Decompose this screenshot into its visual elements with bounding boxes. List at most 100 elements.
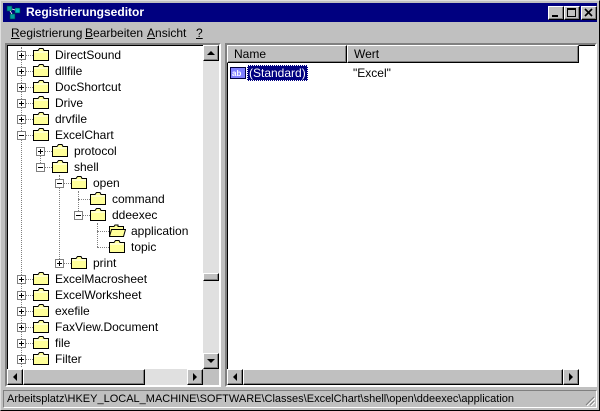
tree-node-label: application — [131, 224, 189, 238]
scroll-left-button[interactable] — [227, 369, 243, 385]
scroll-down-button[interactable] — [203, 353, 219, 369]
tree-node-label: Drive — [55, 96, 84, 110]
scrollbar-corner — [203, 369, 219, 385]
scroll-thumb[interactable] — [203, 273, 219, 281]
folder-open-icon — [109, 224, 126, 237]
minimize-icon — [552, 15, 558, 17]
minimize-button[interactable] — [548, 6, 564, 20]
value-data: "Excel" — [353, 66, 391, 80]
maximize-button[interactable] — [564, 6, 580, 20]
resize-grip-icon[interactable] — [583, 394, 595, 406]
menu-bearbeiten[interactable]: Bearbeiten — [85, 26, 143, 40]
tree-node-label: exefile — [55, 304, 90, 318]
registry-editor-window: Registrierungseditor Registrierung Bearb… — [0, 0, 600, 411]
collapse-icon[interactable] — [74, 211, 83, 220]
collapse-icon[interactable] — [36, 163, 45, 172]
menu-ansicht[interactable]: Ansicht — [147, 26, 186, 40]
scroll-right-button[interactable] — [187, 369, 203, 385]
folder-icon — [33, 352, 49, 365]
expand-icon[interactable] — [17, 355, 26, 364]
arrow-right-icon — [569, 373, 573, 381]
tree-node-label: open — [93, 176, 120, 190]
tree-node-label: ExcelWorksheet — [55, 288, 142, 302]
tree-vertical-scrollbar[interactable] — [203, 45, 219, 369]
column-header-value[interactable]: Wert — [347, 45, 579, 63]
string-value-icon: ab — [230, 67, 246, 79]
folder-icon — [33, 80, 49, 93]
folder-icon — [71, 256, 87, 269]
menu-help[interactable]: ? — [196, 26, 203, 40]
collapse-icon[interactable] — [17, 131, 26, 140]
tree-node-label: DocShortcut — [55, 80, 122, 94]
tree-node-label: file — [55, 336, 71, 350]
tree-node-label: print — [93, 256, 117, 270]
tree-node-label: FaxView.Document — [55, 320, 159, 334]
scroll-left-button[interactable] — [7, 369, 23, 385]
key-tree-pane: DirectSound dllfile DocShortcut Drive drvfil… — [5, 43, 221, 387]
maximize-icon — [567, 8, 576, 17]
expand-icon[interactable] — [17, 339, 26, 348]
tree-node-label: dllfile — [55, 64, 83, 78]
arrow-down-icon — [207, 359, 215, 363]
status-path: Arbeitsplatz\HKEY_LOCAL_MACHINE\SOFTWARE… — [7, 393, 515, 405]
arrow-left-icon — [13, 373, 17, 381]
folder-icon — [33, 304, 49, 317]
expand-icon[interactable] — [17, 275, 26, 284]
svg-text:ab: ab — [232, 69, 241, 78]
folder-icon — [33, 336, 49, 349]
folder-icon — [33, 128, 49, 141]
expand-icon[interactable] — [17, 115, 26, 124]
menu-accelerator: ? — [196, 26, 203, 40]
scroll-thumb[interactable] — [23, 369, 145, 385]
expand-icon[interactable] — [17, 67, 26, 76]
status-bar: Arbeitsplatz\HKEY_LOCAL_MACHINE\SOFTWARE… — [3, 390, 597, 408]
expand-icon[interactable] — [17, 291, 26, 300]
values-horizontal-scrollbar[interactable] — [227, 369, 579, 385]
column-header-name[interactable]: Name — [227, 45, 347, 63]
expand-icon[interactable] — [36, 147, 45, 156]
collapse-icon[interactable] — [55, 179, 64, 188]
tree-node-label: ExcelChart — [55, 128, 114, 142]
expand-icon[interactable] — [17, 83, 26, 92]
menu-accelerator: R — [11, 26, 20, 40]
menu-bar: Registrierung Bearbeiten Ansicht ? — [3, 23, 597, 42]
scroll-thumb[interactable] — [243, 369, 563, 385]
folder-icon — [33, 288, 49, 301]
key-tree[interactable]: DirectSound dllfile DocShortcut Drive drvfil… — [7, 45, 203, 369]
tree-node-label: DirectSound — [55, 48, 122, 62]
value-name[interactable]: (Standard) — [247, 65, 308, 81]
value-row[interactable]: ab (Standard) "Excel" — [227, 65, 577, 81]
expand-icon[interactable] — [17, 323, 26, 332]
menu-accelerator: A — [147, 26, 156, 40]
arrow-up-icon — [207, 51, 215, 55]
close-button[interactable] — [581, 6, 597, 20]
tree-node-label: ddeexec — [112, 208, 158, 222]
folder-icon — [33, 320, 49, 333]
tree-connector-line — [59, 175, 60, 263]
title-bar[interactable]: Registrierungseditor — [3, 3, 597, 22]
expand-icon[interactable] — [17, 307, 26, 316]
scroll-up-button[interactable] — [203, 45, 219, 61]
regedit-icon — [6, 5, 21, 20]
folder-icon — [90, 192, 106, 205]
tree-connector-line — [78, 199, 90, 200]
tree-node-label: topic — [131, 240, 157, 254]
tree-connector-line — [21, 47, 22, 367]
tree-node-label: shell — [74, 160, 99, 174]
scroll-right-button[interactable] — [563, 369, 579, 385]
menu-label: earbeiten — [93, 26, 144, 40]
folder-icon — [33, 64, 49, 77]
tree-horizontal-scrollbar[interactable] — [7, 369, 203, 385]
tree-connector-line — [97, 247, 109, 248]
arrow-right-icon — [193, 373, 197, 381]
tree-node-label: protocol — [74, 144, 117, 158]
expand-icon[interactable] — [55, 259, 64, 268]
folder-icon — [71, 176, 87, 189]
tree-node-label: command — [112, 192, 165, 206]
expand-icon[interactable] — [17, 99, 26, 108]
expand-icon[interactable] — [17, 51, 26, 60]
tree-node-label: Filter — [55, 352, 82, 366]
menu-label: egistrierung — [19, 26, 83, 40]
folder-icon — [52, 160, 68, 173]
menu-registrierung[interactable]: Registrierung — [11, 26, 82, 40]
